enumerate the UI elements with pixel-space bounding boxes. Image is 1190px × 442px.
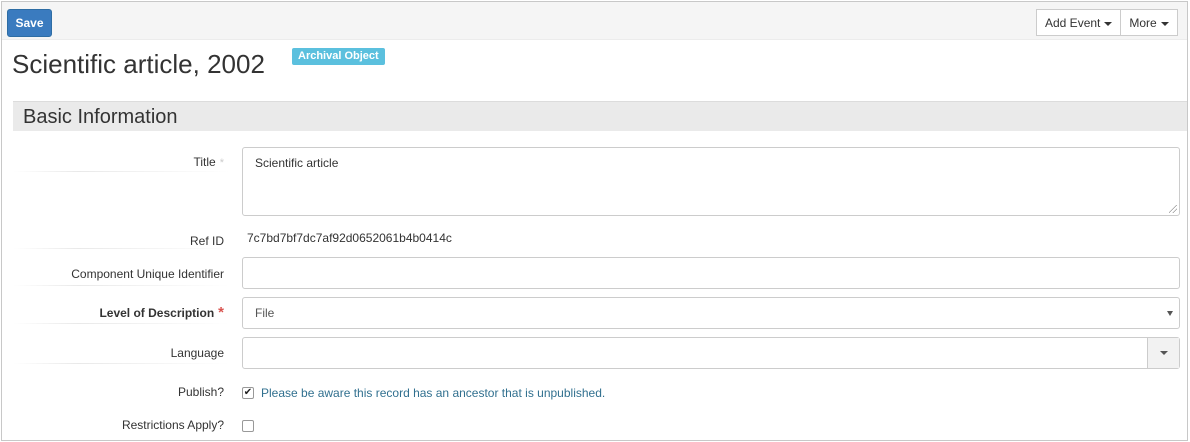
level-of-description-select[interactable]: File [242, 297, 1180, 329]
restrictions-apply-label: Restrictions Apply? [121, 418, 224, 432]
section-header: Basic Information [13, 101, 1187, 131]
caret-down-icon [1160, 21, 1169, 26]
language-combobox[interactable] [242, 337, 1180, 369]
component-unique-identifier-label: Component Unique Identifier [71, 267, 224, 281]
title-textarea[interactable]: Scientific article [242, 147, 1180, 216]
divider [13, 363, 230, 364]
select-arrow-icon [1167, 311, 1173, 316]
divider [13, 171, 230, 172]
more-button[interactable]: More [1120, 10, 1177, 35]
publish-label: Publish? [177, 385, 224, 399]
toolbar: Save Add Event More [2, 2, 1187, 40]
level-of-description-label-text: Level of Description [99, 306, 215, 320]
ref-id-value: 7c7bd7bf7dc7af92d0652061b4b0414c [247, 231, 452, 245]
page-title: Scientific article, 2002 [12, 49, 265, 79]
divider [13, 323, 230, 324]
resize-handle-icon[interactable] [1169, 205, 1177, 213]
checkmark-icon: ✔ [243, 387, 253, 398]
title-label-text: Title [193, 155, 216, 169]
title-value: Scientific article [255, 156, 339, 170]
unpublished-ancestor-notice: Please be aware this record has an ances… [261, 386, 606, 400]
required-marker-icon: * [218, 304, 224, 321]
ref-id-label: Ref ID [189, 234, 224, 248]
add-event-button[interactable]: Add Event [1037, 10, 1121, 35]
language-label: Language [170, 346, 224, 360]
toolbar-actions: Add Event More [1036, 9, 1178, 36]
component-unique-identifier-input[interactable] [242, 257, 1180, 289]
optional-marker-icon: * [219, 157, 224, 169]
title-label: Title * [193, 155, 224, 169]
divider [13, 285, 230, 286]
restrictions-apply-checkbox[interactable] [242, 420, 254, 432]
save-button[interactable]: Save [7, 9, 52, 37]
language-dropdown-toggle[interactable] [1147, 338, 1179, 368]
add-event-label: Add Event [1045, 15, 1101, 30]
section-title: Basic Information [23, 106, 178, 128]
record-edit-frame: Save Add Event More Scientific article, … [1, 1, 1188, 441]
publish-checkbox[interactable]: ✔ [242, 387, 254, 399]
level-of-description-value: File [255, 306, 275, 320]
divider [13, 248, 230, 249]
caret-down-icon [1159, 351, 1168, 355]
level-of-description-label: Level of Description * [99, 304, 224, 321]
more-label: More [1129, 15, 1157, 30]
record-type-badge: Archival Object [292, 48, 385, 65]
caret-down-icon [1104, 21, 1113, 26]
